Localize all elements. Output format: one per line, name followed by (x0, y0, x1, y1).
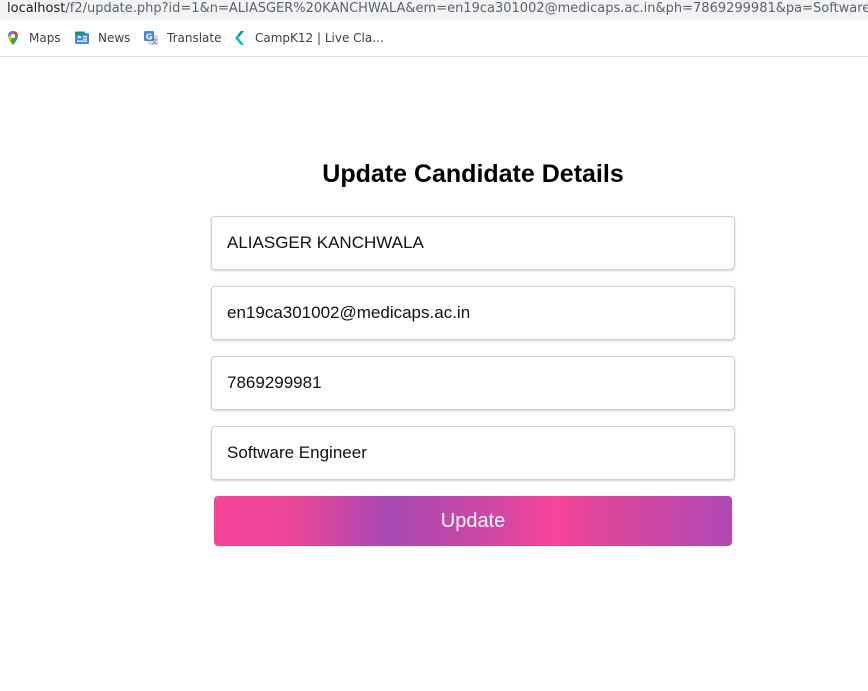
url-path: /f2/update.php?id=1&n=ALIASGER%20KANCHWA… (65, 1, 868, 16)
campk12-icon (231, 30, 247, 46)
phone-field[interactable] (211, 356, 735, 410)
email-field[interactable] (211, 286, 735, 340)
address-bar[interactable]: localhost/f2/update.php?id=1&n=ALIASGER%… (0, 0, 868, 20)
bookmark-label: CampK12 | Live Cla... (255, 31, 384, 45)
url-host: localhost (7, 1, 66, 16)
bookmark-label: News (98, 31, 131, 45)
bookmark-label: Translate (167, 31, 222, 45)
bookmark-maps[interactable]: Maps (5, 29, 61, 47)
bookmark-translate[interactable]: G 文 Translate (143, 29, 222, 47)
name-field[interactable] (211, 216, 735, 270)
bookmark-label: Maps (29, 31, 61, 45)
maps-pin-icon (5, 30, 21, 46)
position-field[interactable] (211, 426, 735, 480)
bookmark-campk12[interactable]: CampK12 | Live Cla... (231, 29, 384, 47)
page-title: Update Candidate Details (322, 160, 624, 188)
google-news-icon (74, 30, 90, 46)
google-translate-icon: G 文 (143, 30, 159, 46)
bookmarks-bar: Maps News G 文 Translate CampK12 | Live C… (0, 20, 868, 57)
update-button[interactable]: Update (214, 496, 732, 546)
bookmark-news[interactable]: News (74, 29, 130, 47)
url-text[interactable]: localhost/f2/update.php?id=1&n=ALIASGER%… (7, 0, 868, 18)
svg-text:文: 文 (151, 38, 157, 46)
